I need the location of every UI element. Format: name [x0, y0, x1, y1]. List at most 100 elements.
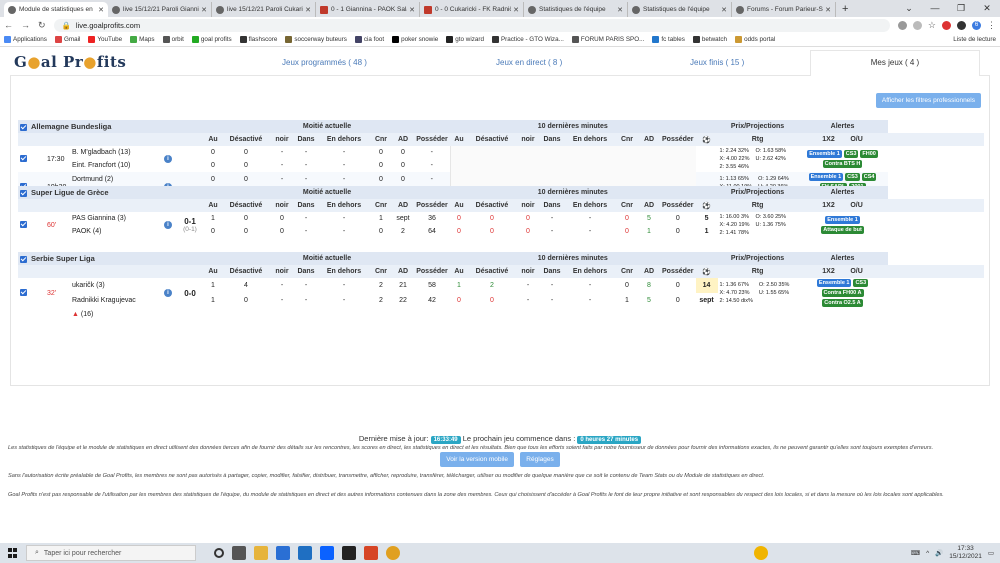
match-row[interactable]: 17:30 B. M'gladbach (13) i 0 0 - - - 0 0 - 1: 2.24 …	[18, 146, 984, 172]
volume-icon[interactable]: 🔊	[935, 549, 943, 557]
mail-icon[interactable]	[298, 546, 312, 560]
keyboard-icon[interactable]: ⌨	[911, 549, 920, 557]
alert-badge[interactable]: Attaque de but	[821, 226, 864, 234]
info-icon[interactable]: i	[164, 221, 172, 229]
profile-avatar[interactable]: 6	[972, 20, 981, 30]
dropbox-icon[interactable]	[320, 546, 334, 560]
browser-tab[interactable]: 0 - 0 Cukaricki - FK Radnič ✕	[420, 2, 524, 17]
checkbox[interactable]	[20, 155, 27, 163]
close-tab-icon[interactable]: ✕	[513, 6, 519, 14]
reading-list-button[interactable]: Liste de lecture	[953, 36, 996, 43]
alert-badge[interactable]: Contra FH00 A	[821, 289, 864, 297]
extension-icon[interactable]	[942, 20, 951, 30]
match-row[interactable]: 32' ukaričk (3) i 0-0 1 4- - -2 21 58 1 2- - -0 8 0 14 1:…	[18, 278, 984, 307]
close-tab-icon[interactable]: ✕	[409, 6, 415, 14]
goal-profits-logo[interactable]: G●al Pr●fits	[14, 53, 126, 71]
bookmark-item[interactable]: Maps	[130, 36, 155, 43]
task-view-icon[interactable]	[232, 546, 246, 560]
bookmark-item[interactable]: flashscore	[239, 36, 277, 43]
league-name[interactable]: Super Ligue de Grèce	[18, 186, 204, 199]
alert-badge[interactable]: FH00	[860, 150, 878, 158]
clock[interactable]: 17:33 15/12/2021	[949, 545, 982, 561]
browser-tab[interactable]: Module de statistiques en ✕	[4, 2, 108, 17]
bookmark-item[interactable]: goal profits	[191, 36, 232, 43]
close-tab-icon[interactable]: ✕	[305, 6, 311, 14]
close-tab-icon[interactable]: ✕	[98, 6, 104, 14]
browser-tab[interactable]: live 15/12/21 Paroli Cukari ✕	[212, 2, 316, 17]
puzzle-icon[interactable]	[957, 20, 966, 30]
alert-badge[interactable]: Contra O2.5 A	[822, 299, 863, 307]
bookmark-item[interactable]: Applications	[4, 36, 47, 43]
bookmark-item[interactable]: Practice - GTO Wiza...	[491, 36, 564, 43]
chevron-down-icon[interactable]: ⌄	[896, 0, 922, 17]
close-window-button[interactable]: ✕	[974, 0, 1000, 17]
checkbox[interactable]	[20, 289, 27, 297]
office-icon[interactable]	[364, 546, 378, 560]
minimize-button[interactable]: —	[922, 0, 948, 17]
maximize-button[interactable]: ❐	[948, 0, 974, 17]
league-name[interactable]: Allemagne Bundesliga	[18, 120, 204, 133]
mobile-version-button[interactable]: Voir la version mobile	[440, 452, 515, 467]
bookmark-item[interactable]: FORUM PARIS SPO...	[571, 36, 644, 43]
alert-badge[interactable]: Ensemble 1	[807, 150, 842, 158]
match-row[interactable]: 19h30 Dortmund (2) i 0 0- - -0 0-1: 1.13 65% X: …	[18, 172, 984, 202]
alert-badge[interactable]: Ensemble 1	[825, 216, 860, 224]
back-icon[interactable]: ←	[4, 20, 13, 30]
close-tab-icon[interactable]: ✕	[721, 6, 727, 14]
checkbox[interactable]	[20, 189, 27, 197]
notification-icon[interactable]: ▭	[988, 549, 994, 557]
chevron-up-icon[interactable]: ^	[926, 550, 929, 557]
alert-badge[interactable]: Contra BTS H	[822, 160, 863, 168]
close-tab-icon[interactable]: ✕	[201, 6, 207, 14]
settings-button[interactable]: Réglages	[520, 452, 560, 467]
new-tab-button[interactable]: +	[836, 2, 854, 17]
checkbox[interactable]	[20, 221, 27, 229]
alert-badge[interactable]: Ensemble 1	[808, 173, 844, 181]
bookmark-item[interactable]: gto wizard	[446, 36, 484, 43]
bookmark-item[interactable]: betwatch	[692, 36, 727, 43]
app-icon[interactable]	[342, 546, 356, 560]
bookmark-item[interactable]: odds portal	[735, 36, 775, 43]
info-icon[interactable]: i	[164, 289, 172, 297]
checkbox[interactable]	[20, 255, 27, 263]
alert-badge[interactable]: CS4	[861, 173, 877, 181]
bookmark-item[interactable]: Gmail	[54, 36, 80, 43]
taskbar-search[interactable]: ⌕ Taper ici pour rechercher	[26, 545, 196, 561]
bookmark-item[interactable]: fc tables	[652, 36, 685, 43]
bookmark-item[interactable]: soccerway buteurs	[285, 36, 347, 43]
nav-finished-games[interactable]: Jeux finis ( 15 )	[690, 58, 744, 67]
alert-badge[interactable]: Ensemble 1	[816, 279, 852, 287]
chrome-icon[interactable]	[386, 546, 400, 560]
tab-my-games[interactable]: Mes jeux ( 4 )	[810, 50, 980, 76]
info-icon[interactable]: i	[164, 155, 172, 163]
browser-tab[interactable]: Forums - Forum Parieur-Sp ✕	[732, 2, 836, 17]
forward-icon[interactable]: →	[21, 20, 30, 30]
alert-badge[interactable]: CS3	[843, 150, 859, 158]
checkbox[interactable]	[20, 123, 27, 131]
bookmark-item[interactable]: cia foot	[354, 36, 384, 43]
browser-tab[interactable]: live 15/12/21 Paroli Gianni ✕	[108, 2, 212, 17]
alert-badge[interactable]: CS3	[853, 279, 869, 287]
nav-programmed-games[interactable]: Jeux programmés ( 48 )	[282, 58, 367, 67]
file-explorer-icon[interactable]	[254, 546, 268, 560]
browser-tab[interactable]: Statistiques de l'équipe ✕	[628, 2, 732, 17]
browser-tab[interactable]: Statistiques de l'équipe ✕	[524, 2, 628, 17]
tray-app-icon[interactable]	[754, 546, 768, 560]
alert-badge[interactable]: CS3	[845, 173, 860, 181]
cortana-icon[interactable]	[214, 548, 224, 558]
close-tab-icon[interactable]: ✕	[617, 6, 623, 14]
bookmark-item[interactable]: YouTube	[88, 36, 122, 43]
league-name[interactable]: Serbie Super Liga	[18, 252, 204, 265]
nav-live-games[interactable]: Jeux en direct ( 8 )	[496, 58, 562, 67]
pro-filters-button[interactable]: Afficher les filtres professionnels	[875, 93, 981, 108]
reload-icon[interactable]: ↻	[38, 20, 46, 31]
match-row[interactable]: 60' PAS Giannina (3) i 0-1 (0-1) 1 0 0- -1 sept 36…	[18, 212, 984, 236]
close-tab-icon[interactable]: ✕	[825, 6, 831, 14]
translate-icon[interactable]	[897, 20, 907, 30]
start-button[interactable]	[0, 543, 26, 563]
star-icon[interactable]: ☆	[928, 20, 936, 31]
browser-tab[interactable]: 0 - 1 Giannina - PAOK Sala ✕	[316, 2, 420, 17]
bookmark-item[interactable]: poker snowie	[392, 36, 438, 43]
bookmark-item[interactable]: orbit	[162, 36, 184, 43]
url-bar[interactable]: 🔒 live.goalprofits.com	[53, 18, 890, 32]
